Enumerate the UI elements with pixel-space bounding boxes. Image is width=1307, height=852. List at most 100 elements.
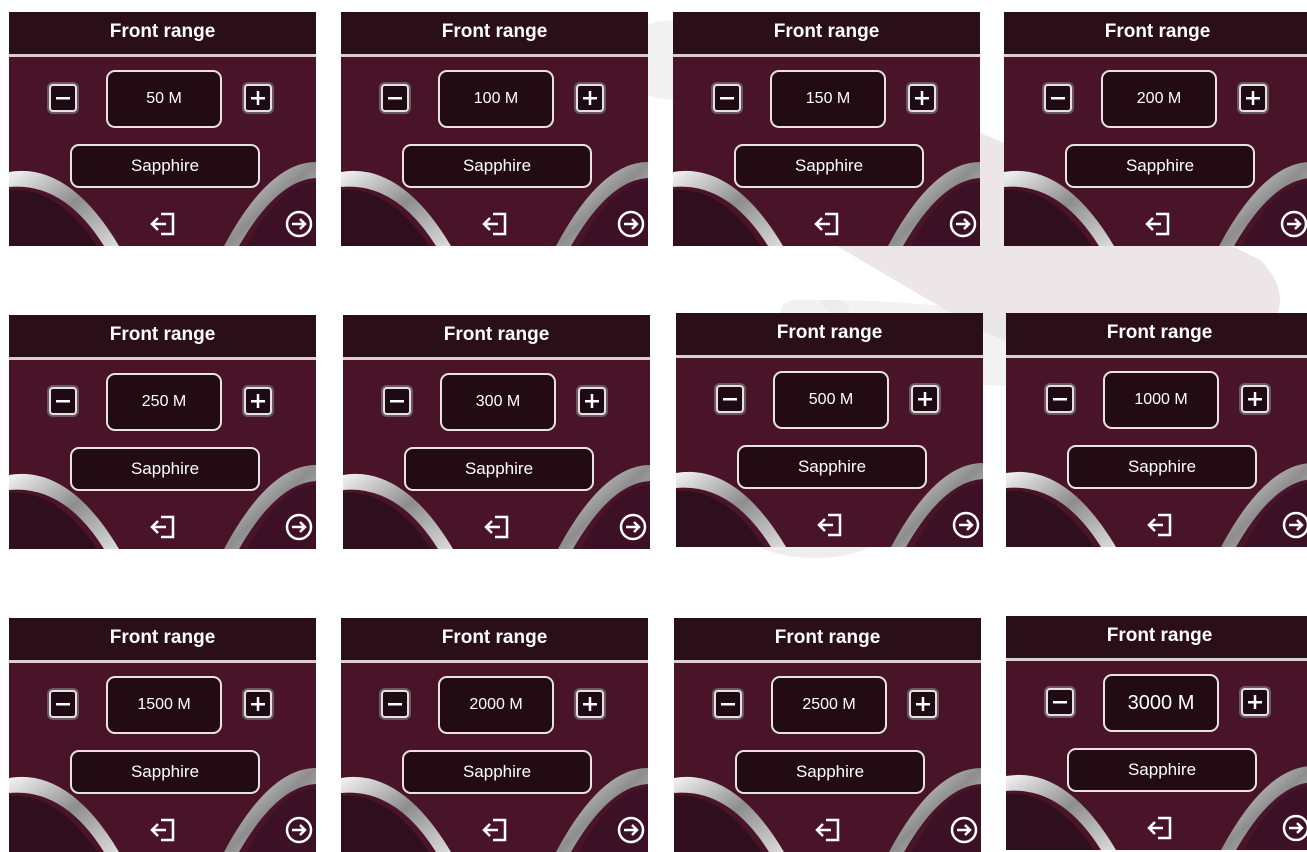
decrease-button[interactable] [49, 84, 77, 112]
arrow-right-circle-icon[interactable] [616, 815, 646, 845]
decrease-button[interactable] [381, 84, 409, 112]
exit-icon[interactable] [148, 817, 178, 843]
range-value: 3000 M [1103, 674, 1219, 732]
minus-icon [720, 97, 734, 100]
header-divider [676, 355, 983, 358]
panel-title: Front range [674, 618, 981, 660]
mode-button[interactable]: Sapphire [402, 750, 592, 794]
mode-button[interactable]: Sapphire [1067, 748, 1257, 792]
range-value: 250 M [106, 373, 222, 431]
exit-icon[interactable] [148, 211, 178, 237]
decrease-button[interactable] [716, 385, 744, 413]
increase-button[interactable] [244, 387, 272, 415]
increase-button[interactable] [578, 387, 606, 415]
plus-icon [915, 91, 929, 105]
arrow-right-circle-icon[interactable] [949, 815, 979, 845]
exit-icon[interactable] [815, 512, 845, 538]
mode-button[interactable]: Sapphire [1065, 144, 1255, 188]
header-divider [674, 660, 981, 663]
mode-button[interactable]: Sapphire [402, 144, 592, 188]
decrease-button[interactable] [383, 387, 411, 415]
increase-button[interactable] [576, 690, 604, 718]
range-value: 300 M [440, 373, 556, 431]
minus-icon [1053, 398, 1067, 401]
minus-icon [388, 97, 402, 100]
arrow-right-circle-icon[interactable] [1279, 209, 1307, 239]
arrow-right-circle-icon[interactable] [948, 209, 978, 239]
mode-button[interactable]: Sapphire [70, 447, 260, 491]
front-range-panel: Front range 3000 M Sapphire [1006, 616, 1307, 850]
front-range-panel: Front range 250 M Sapphire [9, 315, 316, 549]
header-divider [343, 357, 650, 360]
decrease-button[interactable] [49, 387, 77, 415]
range-value: 2500 M [771, 676, 887, 734]
range-value: 500 M [773, 371, 889, 429]
decrease-button[interactable] [381, 690, 409, 718]
panel-title: Front range [341, 618, 648, 660]
header-divider [1006, 355, 1307, 358]
range-value: 150 M [770, 70, 886, 128]
arrow-right-circle-icon[interactable] [618, 512, 648, 542]
increase-button[interactable] [911, 385, 939, 413]
header-divider [1006, 658, 1307, 661]
arrow-right-circle-icon[interactable] [1281, 510, 1307, 540]
increase-button[interactable] [908, 84, 936, 112]
front-range-panel: Front range 500 M Sapphire [676, 313, 983, 547]
panel-title: Front range [676, 313, 983, 355]
plus-icon [251, 394, 265, 408]
increase-button[interactable] [244, 84, 272, 112]
header-divider [673, 54, 980, 57]
exit-icon[interactable] [480, 211, 510, 237]
header-divider [341, 660, 648, 663]
minus-icon [1051, 97, 1065, 100]
panel-title: Front range [343, 315, 650, 357]
minus-icon [56, 400, 70, 403]
range-value: 50 M [106, 70, 222, 128]
panel-title: Front range [9, 12, 316, 54]
front-range-panel: Front range 300 M Sapphire [343, 315, 650, 549]
decrease-button[interactable] [1044, 84, 1072, 112]
minus-icon [56, 703, 70, 706]
arrow-right-circle-icon[interactable] [284, 512, 314, 542]
arrow-right-circle-icon[interactable] [1281, 813, 1307, 843]
mode-button[interactable]: Sapphire [1067, 445, 1257, 489]
mode-button[interactable]: Sapphire [737, 445, 927, 489]
plus-icon [251, 697, 265, 711]
range-value: 2000 M [438, 676, 554, 734]
header-divider [1004, 54, 1307, 57]
front-range-panel: Front range 1500 M Sapphire [9, 618, 316, 852]
exit-icon[interactable] [1143, 211, 1173, 237]
decrease-button[interactable] [1046, 688, 1074, 716]
arrow-right-circle-icon[interactable] [951, 510, 981, 540]
decrease-button[interactable] [1046, 385, 1074, 413]
increase-button[interactable] [909, 690, 937, 718]
mode-button[interactable]: Sapphire [735, 750, 925, 794]
exit-icon[interactable] [480, 817, 510, 843]
increase-button[interactable] [244, 690, 272, 718]
decrease-button[interactable] [713, 84, 741, 112]
exit-icon[interactable] [1145, 815, 1175, 841]
minus-icon [723, 398, 737, 401]
exit-icon[interactable] [813, 817, 843, 843]
decrease-button[interactable] [49, 690, 77, 718]
mode-button[interactable]: Sapphire [70, 144, 260, 188]
increase-button[interactable] [1241, 385, 1269, 413]
mode-button[interactable]: Sapphire [404, 447, 594, 491]
exit-icon[interactable] [812, 211, 842, 237]
mode-button[interactable]: Sapphire [734, 144, 924, 188]
front-range-panel: Front range 150 M Sapphire [673, 12, 980, 246]
arrow-right-circle-icon[interactable] [284, 209, 314, 239]
exit-icon[interactable] [482, 514, 512, 540]
increase-button[interactable] [1241, 688, 1269, 716]
front-range-panel: Front range 100 M Sapphire [341, 12, 648, 246]
mode-button[interactable]: Sapphire [70, 750, 260, 794]
minus-icon [56, 97, 70, 100]
increase-button[interactable] [576, 84, 604, 112]
arrow-right-circle-icon[interactable] [284, 815, 314, 845]
exit-icon[interactable] [1145, 512, 1175, 538]
exit-icon[interactable] [148, 514, 178, 540]
minus-icon [721, 703, 735, 706]
decrease-button[interactable] [714, 690, 742, 718]
arrow-right-circle-icon[interactable] [616, 209, 646, 239]
increase-button[interactable] [1239, 84, 1267, 112]
